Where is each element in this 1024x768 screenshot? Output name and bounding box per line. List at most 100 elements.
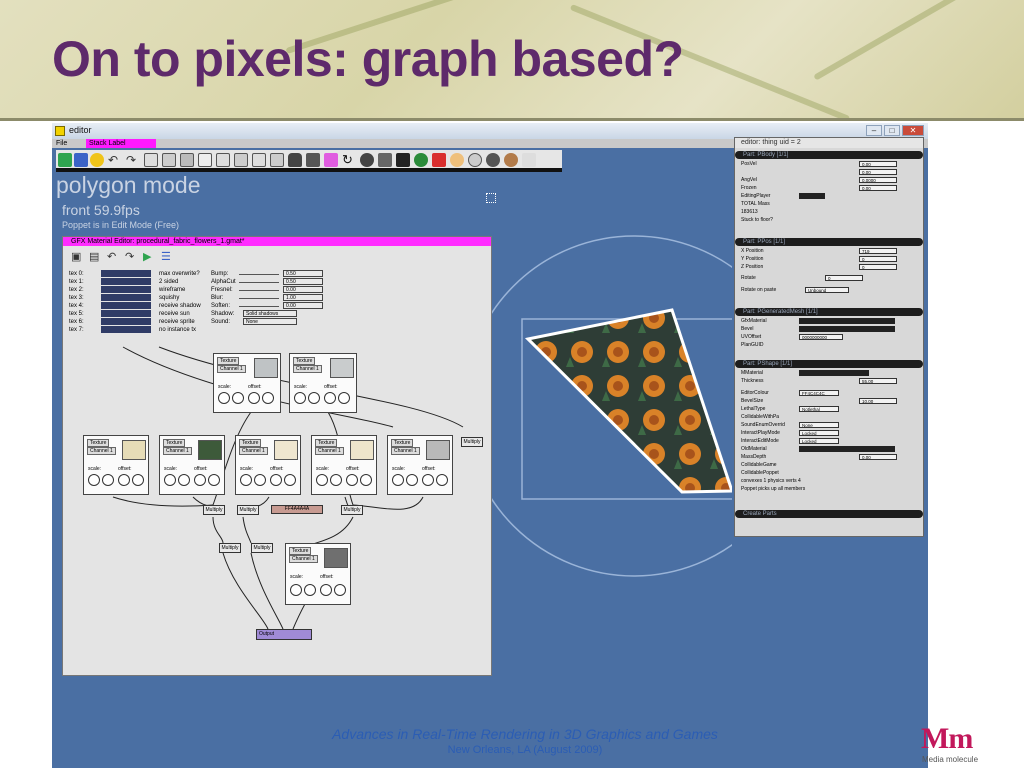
page-icon[interactable] bbox=[198, 153, 212, 167]
unlock-icon[interactable] bbox=[306, 153, 320, 167]
scale-knob[interactable] bbox=[392, 474, 404, 486]
offset-knob[interactable] bbox=[208, 474, 220, 486]
offset-knob[interactable] bbox=[338, 392, 350, 404]
globe-icon[interactable] bbox=[414, 153, 428, 167]
color-constant-node[interactable]: FF4A4A4A bbox=[271, 505, 323, 514]
gfx-material-field[interactable] bbox=[799, 318, 895, 324]
lock-icon[interactable] bbox=[288, 153, 302, 167]
texture-node[interactable]: Texture Channel 1 scale: offset: bbox=[213, 353, 281, 413]
section-pbody[interactable]: Part: PBody [1/1] bbox=[735, 151, 923, 159]
multiply-node[interactable]: Multiply bbox=[461, 437, 483, 447]
texture-node[interactable]: Texture Channel 1 scale: offset: bbox=[285, 543, 351, 605]
clone-icon[interactable] bbox=[216, 153, 230, 167]
scale-knob[interactable] bbox=[232, 392, 244, 404]
prop-value[interactable]: 719 bbox=[859, 248, 897, 254]
section-ppos[interactable]: Part: PPos [1/1] bbox=[735, 238, 923, 246]
prop-value[interactable]: 0 bbox=[825, 275, 863, 281]
close-icon[interactable]: ✕ bbox=[902, 125, 924, 136]
move-icon[interactable] bbox=[324, 153, 338, 167]
scale-knob[interactable] bbox=[178, 474, 190, 486]
offset-knob[interactable] bbox=[346, 474, 358, 486]
bevel-field[interactable] bbox=[799, 326, 895, 332]
camera-icon[interactable] bbox=[396, 153, 410, 167]
paste-icon[interactable] bbox=[180, 153, 194, 167]
scale-knob[interactable] bbox=[254, 474, 266, 486]
align-icon[interactable] bbox=[270, 153, 284, 167]
prop-value[interactable]: Notlethal bbox=[799, 406, 839, 412]
offset-knob[interactable] bbox=[360, 474, 372, 486]
scale-knob[interactable] bbox=[102, 474, 114, 486]
prop-value[interactable]: 0 bbox=[859, 256, 897, 262]
prop-value[interactable]: 0.00 bbox=[859, 161, 897, 167]
viewport-scene[interactable] bbox=[492, 233, 732, 593]
group-icon[interactable] bbox=[234, 153, 248, 167]
multiply-node[interactable]: Multiply bbox=[219, 543, 241, 553]
prop-value[interactable]: 0.00 bbox=[859, 169, 897, 175]
rotate-icon[interactable]: ↻ bbox=[342, 153, 356, 167]
prop-value[interactable]: 0.0000 bbox=[859, 177, 897, 183]
maximize-icon[interactable]: □ bbox=[884, 125, 900, 136]
texture-node[interactable]: Texture Channel 1 scale: offset: bbox=[159, 435, 225, 495]
offset-knob[interactable] bbox=[194, 474, 206, 486]
prop-value[interactable]: 0.00 bbox=[859, 185, 897, 191]
light-tool-icon[interactable] bbox=[90, 153, 104, 167]
ball-icon[interactable] bbox=[486, 153, 500, 167]
scale-icon[interactable] bbox=[360, 153, 374, 167]
prop-value[interactable]: Locked bbox=[799, 430, 839, 436]
prop-value[interactable]: Unbound bbox=[805, 287, 849, 293]
menu-item-file[interactable]: File bbox=[56, 139, 67, 148]
offset-knob[interactable] bbox=[132, 474, 144, 486]
prop-value[interactable]: 0000000000 bbox=[799, 334, 843, 340]
scale-knob[interactable] bbox=[240, 474, 252, 486]
redo-icon[interactable]: ↷ bbox=[126, 153, 140, 167]
prop-value[interactable]: 55.00 bbox=[859, 378, 897, 384]
minimize-icon[interactable]: – bbox=[866, 125, 882, 136]
offset-knob[interactable] bbox=[320, 584, 332, 596]
output-node[interactable]: Output bbox=[256, 629, 312, 640]
scale-knob[interactable] bbox=[406, 474, 418, 486]
scale-knob[interactable] bbox=[218, 392, 230, 404]
scale-knob[interactable] bbox=[308, 392, 320, 404]
prop-value[interactable]: None bbox=[799, 422, 839, 428]
flower-textured-polygon[interactable] bbox=[524, 308, 732, 494]
material-field[interactable] bbox=[799, 370, 869, 376]
multiply-node[interactable]: Multiply bbox=[203, 505, 225, 515]
prop-value[interactable]: Locked bbox=[799, 438, 839, 444]
offset-knob[interactable] bbox=[436, 474, 448, 486]
texture-node[interactable]: Texture Channel 1 scale: offset: bbox=[83, 435, 149, 495]
scale-knob[interactable] bbox=[304, 584, 316, 596]
texture-node[interactable]: Texture Channel 1 scale: offset: bbox=[289, 353, 357, 413]
offset-knob[interactable] bbox=[422, 474, 434, 486]
scale-knob[interactable] bbox=[330, 474, 342, 486]
prop-value[interactable]: FF4C4C4C bbox=[799, 390, 839, 396]
offset-knob[interactable] bbox=[248, 392, 260, 404]
prop-value[interactable]: 0 bbox=[859, 264, 897, 270]
copy-icon[interactable] bbox=[162, 153, 176, 167]
scale-knob[interactable] bbox=[290, 584, 302, 596]
offset-knob[interactable] bbox=[262, 392, 274, 404]
stack-label-tab[interactable]: Stack Label bbox=[86, 139, 156, 148]
old-material-field[interactable] bbox=[799, 446, 895, 452]
section-pshape[interactable]: Part: PShape [1/1] bbox=[735, 360, 923, 368]
texture-node[interactable]: Texture Channel 1 scale: offset: bbox=[235, 435, 301, 495]
section-create-parts[interactable]: Create Parts bbox=[735, 510, 923, 518]
select-tool-icon[interactable] bbox=[58, 153, 72, 167]
offset-knob[interactable] bbox=[118, 474, 130, 486]
texture-node[interactable]: Texture Channel 1 scale: offset: bbox=[387, 435, 453, 495]
offset-knob[interactable] bbox=[324, 392, 336, 404]
section-pgeneratedmesh[interactable]: Part: PGeneratedMesh [1/1] bbox=[735, 308, 923, 316]
gear-icon[interactable] bbox=[432, 153, 446, 167]
character-icon[interactable] bbox=[522, 153, 536, 167]
face-icon[interactable] bbox=[450, 153, 464, 167]
multiply-node[interactable]: Multiply bbox=[251, 543, 273, 553]
scale-knob[interactable] bbox=[164, 474, 176, 486]
scale-knob[interactable] bbox=[294, 392, 306, 404]
prop-value[interactable]: 0.00 bbox=[859, 454, 897, 460]
sackboy-icon[interactable] bbox=[504, 153, 518, 167]
new-shape-icon[interactable] bbox=[144, 153, 158, 167]
ungroup-icon[interactable] bbox=[252, 153, 266, 167]
prop-value[interactable]: 10.00 bbox=[859, 398, 897, 404]
multiply-node[interactable]: Multiply bbox=[341, 505, 363, 515]
offset-knob[interactable] bbox=[334, 584, 346, 596]
scale-knob[interactable] bbox=[316, 474, 328, 486]
